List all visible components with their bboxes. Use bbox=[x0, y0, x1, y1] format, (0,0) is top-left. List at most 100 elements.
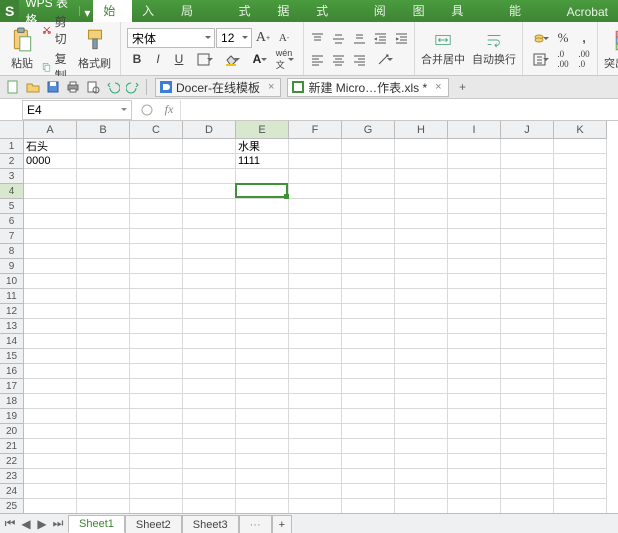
cell-C11[interactable] bbox=[130, 289, 183, 304]
row-header-7[interactable]: 7 bbox=[0, 229, 24, 244]
col-header-K[interactable]: K bbox=[554, 121, 607, 139]
fill-color-button[interactable] bbox=[217, 49, 243, 69]
cell-C10[interactable] bbox=[130, 274, 183, 289]
cell-J25[interactable] bbox=[501, 499, 554, 513]
cell-C9[interactable] bbox=[130, 259, 183, 274]
cell-D25[interactable] bbox=[183, 499, 236, 513]
cell-F1[interactable] bbox=[289, 139, 342, 154]
cell-F21[interactable] bbox=[289, 439, 342, 454]
row-header-23[interactable]: 23 bbox=[0, 469, 24, 484]
cell-C23[interactable] bbox=[130, 469, 183, 484]
cell-F4[interactable] bbox=[289, 184, 342, 199]
cell-I13[interactable] bbox=[448, 319, 501, 334]
cell-D7[interactable] bbox=[183, 229, 236, 244]
format-painter-button[interactable]: 格式刷 bbox=[75, 27, 114, 71]
col-header-H[interactable]: H bbox=[395, 121, 448, 139]
cell-H3[interactable] bbox=[395, 169, 448, 184]
cell-A9[interactable] bbox=[24, 259, 77, 274]
cell-E6[interactable] bbox=[236, 214, 289, 229]
cell-E4[interactable] bbox=[236, 184, 289, 199]
cell-D24[interactable] bbox=[183, 484, 236, 499]
cell-F16[interactable] bbox=[289, 364, 342, 379]
cell-H8[interactable] bbox=[395, 244, 448, 259]
cell-I4[interactable] bbox=[448, 184, 501, 199]
row-header-13[interactable]: 13 bbox=[0, 319, 24, 334]
cell-J9[interactable] bbox=[501, 259, 554, 274]
new-button[interactable] bbox=[4, 78, 22, 96]
new-tab-button[interactable]: + bbox=[455, 79, 471, 95]
menu-tab-4[interactable]: 数据 bbox=[267, 0, 306, 22]
cell-I9[interactable] bbox=[448, 259, 501, 274]
row-header-20[interactable]: 20 bbox=[0, 424, 24, 439]
cell-I7[interactable] bbox=[448, 229, 501, 244]
align-left-button[interactable] bbox=[307, 49, 327, 69]
cell-I20[interactable] bbox=[448, 424, 501, 439]
sheet-nav-last[interactable]: ⏭ bbox=[50, 516, 66, 532]
cell-C14[interactable] bbox=[130, 334, 183, 349]
cell-I11[interactable] bbox=[448, 289, 501, 304]
cell-E19[interactable] bbox=[236, 409, 289, 424]
redo-button[interactable] bbox=[124, 78, 142, 96]
cell-B18[interactable] bbox=[77, 394, 130, 409]
cell-F24[interactable] bbox=[289, 484, 342, 499]
merge-center-button[interactable]: 合并居中 bbox=[418, 31, 468, 67]
cell-K14[interactable] bbox=[554, 334, 607, 349]
cell-B17[interactable] bbox=[77, 379, 130, 394]
cell-I12[interactable] bbox=[448, 304, 501, 319]
cell-H2[interactable] bbox=[395, 154, 448, 169]
cell-H23[interactable] bbox=[395, 469, 448, 484]
cell-A19[interactable] bbox=[24, 409, 77, 424]
cell-E24[interactable] bbox=[236, 484, 289, 499]
col-header-A[interactable]: A bbox=[24, 121, 77, 139]
cell-G16[interactable] bbox=[342, 364, 395, 379]
row-header-19[interactable]: 19 bbox=[0, 409, 24, 424]
cell-E7[interactable] bbox=[236, 229, 289, 244]
cell-H21[interactable] bbox=[395, 439, 448, 454]
cell-C3[interactable] bbox=[130, 169, 183, 184]
cell-I17[interactable] bbox=[448, 379, 501, 394]
row-header-24[interactable]: 24 bbox=[0, 484, 24, 499]
cell-G24[interactable] bbox=[342, 484, 395, 499]
open-button[interactable] bbox=[24, 78, 42, 96]
cell-K8[interactable] bbox=[554, 244, 607, 259]
cell-D16[interactable] bbox=[183, 364, 236, 379]
cell-J8[interactable] bbox=[501, 244, 554, 259]
row-header-12[interactable]: 12 bbox=[0, 304, 24, 319]
cell-H12[interactable] bbox=[395, 304, 448, 319]
cell-C1[interactable] bbox=[130, 139, 183, 154]
cell-F12[interactable] bbox=[289, 304, 342, 319]
cell-K20[interactable] bbox=[554, 424, 607, 439]
cell-D2[interactable] bbox=[183, 154, 236, 169]
cell-I8[interactable] bbox=[448, 244, 501, 259]
percent-button[interactable]: % bbox=[553, 28, 573, 48]
cell-I23[interactable] bbox=[448, 469, 501, 484]
cell-B10[interactable] bbox=[77, 274, 130, 289]
comma-button[interactable]: , bbox=[574, 28, 594, 48]
align-right-button[interactable] bbox=[349, 49, 369, 69]
cell-D3[interactable] bbox=[183, 169, 236, 184]
cell-J11[interactable] bbox=[501, 289, 554, 304]
undo-button[interactable] bbox=[104, 78, 122, 96]
col-header-G[interactable]: G bbox=[342, 121, 395, 139]
cell-D10[interactable] bbox=[183, 274, 236, 289]
cell-C2[interactable] bbox=[130, 154, 183, 169]
cell-A1[interactable]: 石头 bbox=[24, 139, 77, 154]
cell-I3[interactable] bbox=[448, 169, 501, 184]
row-header-18[interactable]: 18 bbox=[0, 394, 24, 409]
cell-B25[interactable] bbox=[77, 499, 130, 513]
cell-E14[interactable] bbox=[236, 334, 289, 349]
cell-G18[interactable] bbox=[342, 394, 395, 409]
cell-F14[interactable] bbox=[289, 334, 342, 349]
cell-D12[interactable] bbox=[183, 304, 236, 319]
row-header-8[interactable]: 8 bbox=[0, 244, 24, 259]
fx-icon[interactable]: fx bbox=[161, 102, 177, 118]
menu-tab-1[interactable]: 插入 bbox=[132, 0, 171, 22]
cell-K23[interactable] bbox=[554, 469, 607, 484]
border-button[interactable] bbox=[190, 49, 216, 69]
spreadsheet-grid[interactable]: ABCDEFGHIJK 1234567891011121314151617181… bbox=[0, 121, 618, 513]
cell-D8[interactable] bbox=[183, 244, 236, 259]
cell-A4[interactable] bbox=[24, 184, 77, 199]
row-header-22[interactable]: 22 bbox=[0, 454, 24, 469]
cell-H14[interactable] bbox=[395, 334, 448, 349]
cell-F5[interactable] bbox=[289, 199, 342, 214]
